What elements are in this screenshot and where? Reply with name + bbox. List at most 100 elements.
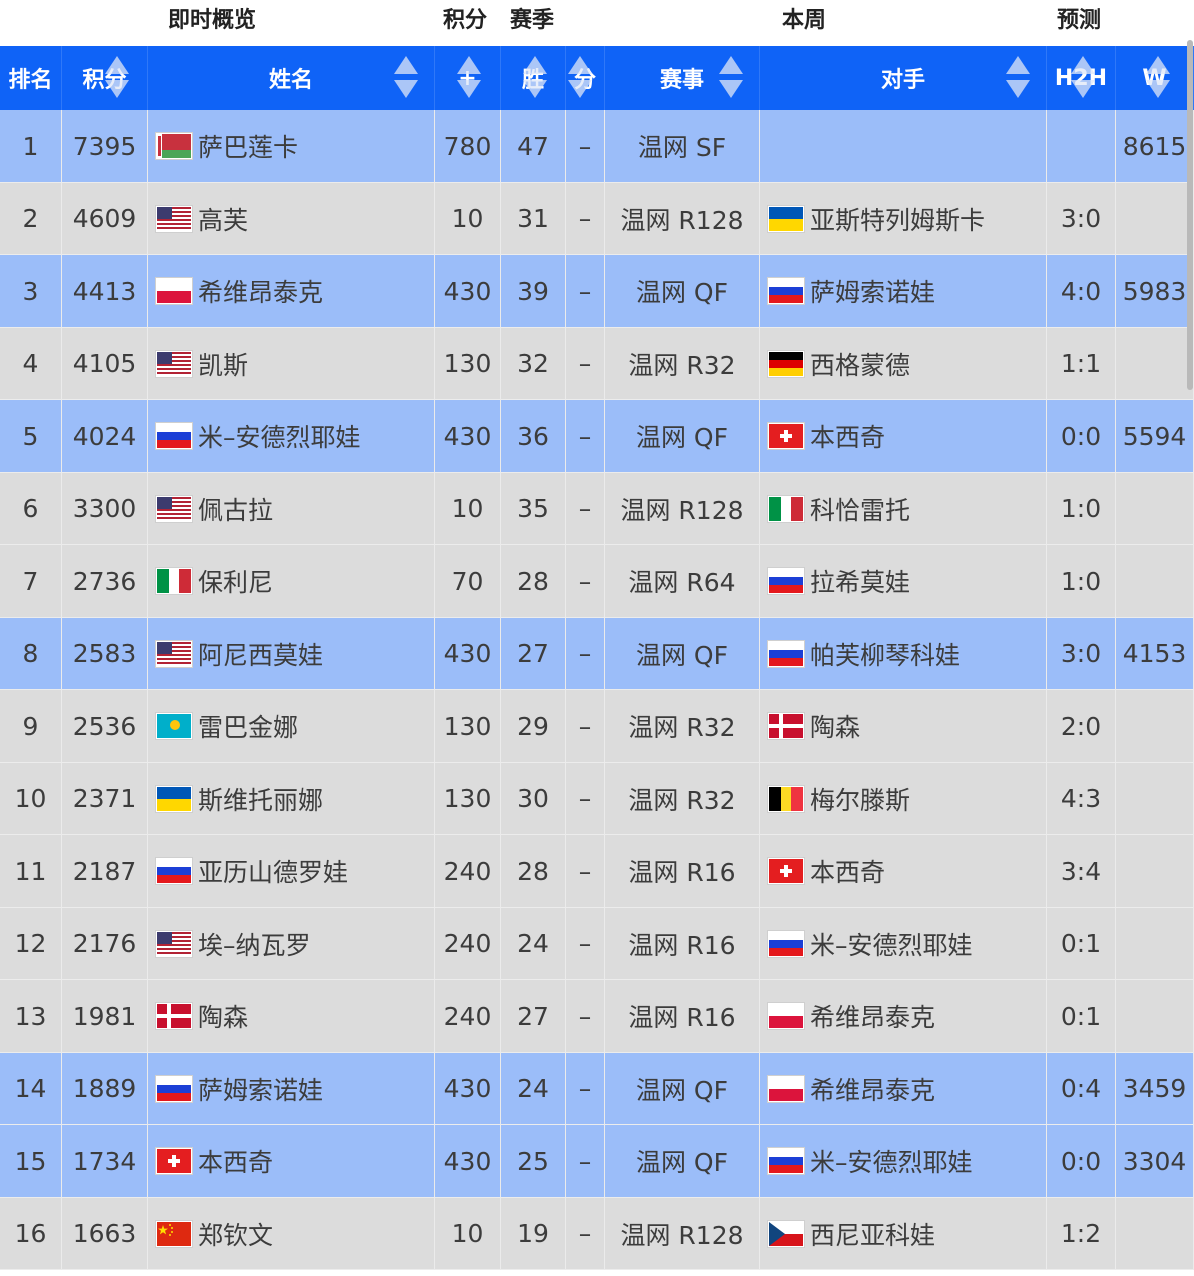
- table-row[interactable]: 13 1981 陶森 240 27– 温网 R16 希维昂泰克 0:1: [0, 980, 1194, 1053]
- opponent-cell: 米–安德烈耶娃: [760, 907, 1047, 980]
- points-cell: 7395: [62, 110, 148, 182]
- event-cell: 温网 R128: [605, 1197, 760, 1270]
- column-header-points[interactable]: 积分: [62, 46, 148, 110]
- column-header-name-label: 姓名: [268, 68, 313, 93]
- column-header-event[interactable]: 赛事: [605, 46, 760, 110]
- w-cell: [1116, 690, 1194, 762]
- table-row[interactable]: 11 2187 亚历山德罗娃 240 28– 温网 R16 本西奇 3:4: [0, 835, 1194, 908]
- table-row[interactable]: 8 2583 阿尼西莫娃 430 27– 温网 QF 帕芙柳琴科娃 3:0 4153: [0, 617, 1194, 690]
- h2h-cell: 3:4: [1047, 835, 1116, 907]
- points-cell-text: 4024: [72, 421, 137, 451]
- h2h-cell-text: 3:4: [1060, 856, 1102, 886]
- china-flag-icon: [156, 1220, 192, 1247]
- russia-flag-icon: [768, 1148, 804, 1174]
- plus-points-cell-text: 430: [443, 421, 492, 451]
- h2h-cell: 1:0: [1047, 472, 1116, 545]
- score-cell: –: [566, 1052, 605, 1125]
- plus-points-cell: 430: [435, 1125, 501, 1197]
- rank-cell: 7: [0, 545, 62, 617]
- event-cell-text: 温网 QF: [635, 1075, 728, 1105]
- player-name-cell: 本西奇: [148, 1125, 435, 1197]
- table-row[interactable]: 6 3300 佩古拉 10 35– 温网 R128 科恰雷托 1:0: [0, 472, 1194, 545]
- table-row[interactable]: 2 4609 高芙 10 31– 温网 R128 亚斯特列姆斯卡 3:0: [0, 182, 1194, 255]
- vertical-scrollbar[interactable]: [1187, 40, 1193, 390]
- points-cell-text: 3300: [72, 494, 137, 523]
- player-name-cell: 亚历山德罗娃: [148, 835, 435, 907]
- table-row[interactable]: 15 1734 本西奇 430 25– 温网 QF 米–安德烈耶娃 0:0 3304: [0, 1125, 1194, 1198]
- event-cell: 温网 SF: [605, 110, 760, 182]
- plus-points-cell-text: 430: [443, 1074, 492, 1103]
- opponent-cell-text: 希维昂泰克: [810, 1075, 936, 1105]
- rank-cell-text: 14: [14, 1074, 47, 1103]
- event-cell-text: 温网 QF: [635, 423, 728, 452]
- table-row[interactable]: 3 4413 希维昂泰克 430 39– 温网 QF 萨姆索诺娃 4:0 5983: [0, 255, 1194, 328]
- plus-points-cell: 240: [435, 835, 501, 907]
- switzerland-flag-icon: [768, 858, 804, 884]
- russia-flag-icon: [768, 278, 804, 304]
- points-cell-text: 4413: [72, 276, 137, 306]
- h2h-cell-text: 1:0: [1060, 494, 1102, 523]
- h2h-cell: 1:2: [1047, 1197, 1116, 1270]
- column-header-w[interactable]: W: [1116, 46, 1194, 110]
- h2h-cell: 2:0: [1047, 690, 1116, 762]
- opponent-cell: 米–安德烈耶娃: [760, 1125, 1047, 1197]
- score-cell-text: –: [578, 349, 592, 378]
- event-cell-text: 温网 R32: [628, 350, 736, 380]
- column-header-h2h[interactable]: H2H: [1047, 46, 1116, 110]
- score-cell-text: –: [578, 131, 592, 161]
- column-header-opponent[interactable]: 对手: [760, 46, 1047, 110]
- russia-flag-icon: [156, 1075, 192, 1102]
- event-cell-text: 温网 R128: [620, 1220, 744, 1250]
- plus-points-cell-text: 430: [443, 639, 492, 668]
- event-cell: 温网 QF: [605, 1052, 760, 1125]
- event-cell-text: 温网 R128: [620, 495, 744, 525]
- event-cell: 温网 R64: [605, 545, 760, 617]
- season-wins-cell: 27: [501, 617, 566, 690]
- column-header-rank[interactable]: 排名: [0, 46, 62, 110]
- opponent-cell-text: 科恰雷托: [810, 495, 911, 525]
- table-row[interactable]: 4 4105 凯斯 130 32– 温网 R32 西格蒙德 1:1: [0, 327, 1194, 400]
- season-wins-cell-text: 47: [517, 131, 549, 161]
- column-header-name[interactable]: 姓名: [148, 46, 435, 110]
- column-header-rank-label: 排名: [8, 68, 53, 93]
- table-row[interactable]: 5 4024 米–安德烈耶娃 430 36– 温网 QF 本西奇 0:0 5594: [0, 400, 1194, 473]
- score-cell: –: [566, 690, 605, 762]
- player-name-cell-text: 萨巴莲卡: [198, 133, 299, 162]
- opponent-cell: 萨姆索诺娃: [760, 255, 1047, 327]
- table-row[interactable]: 16 1663 郑钦文 10 19– 温网 R128 西尼亚科娃 1:2: [0, 1197, 1194, 1270]
- table-row[interactable]: 7 2736 保利尼 70 28– 温网 R64 拉希莫娃 1:0: [0, 545, 1194, 618]
- column-header-plus[interactable]: +: [435, 46, 501, 110]
- table-row[interactable]: 1 7395 萨巴莲卡 780 47– 温网 SF 8615: [0, 110, 1194, 183]
- points-cell-text: 2536: [72, 711, 137, 741]
- table-row[interactable]: 9 2536 雷巴金娜 130 29– 温网 R32 陶森 2:0: [0, 690, 1194, 763]
- points-cell: 2536: [62, 690, 148, 762]
- sort-icon: [568, 56, 592, 100]
- player-name-cell-text: 凯斯: [198, 350, 249, 380]
- event-cell: 温网 R32: [605, 327, 760, 400]
- player-name-cell-text: 雷巴金娜: [198, 713, 299, 742]
- plus-points-cell-text: 10: [451, 1219, 484, 1248]
- column-header-score[interactable]: 分: [566, 46, 605, 110]
- sort-icon: [457, 56, 481, 100]
- rank-cell-text: 3: [22, 276, 39, 306]
- rank-cell-text: 12: [14, 929, 47, 958]
- column-header-wins[interactable]: 胜: [501, 46, 566, 110]
- season-wins-cell-text: 24: [517, 1074, 549, 1103]
- points-cell-text: 1889: [72, 1074, 137, 1103]
- plus-points-cell: 10: [435, 472, 501, 545]
- rank-cell-text: 9: [22, 711, 39, 741]
- table-header: 排名 积分 姓名 + 胜 分 赛事 对手 H2H W: [0, 46, 1194, 110]
- player-name-cell-text: 郑钦文: [198, 1220, 274, 1250]
- points-cell: 1663: [62, 1197, 148, 1270]
- w-cell: [1116, 327, 1194, 400]
- table-row[interactable]: 14 1889 萨姆索诺娃 430 24– 温网 QF 希维昂泰克 0:4 3459: [0, 1052, 1194, 1125]
- plus-points-cell-text: 10: [451, 204, 484, 233]
- usa-flag-icon: [156, 930, 192, 957]
- table-row[interactable]: 10 2371 斯维托丽娜 130 30– 温网 R32 梅尔滕斯 4:3: [0, 762, 1194, 835]
- points-cell: 1889: [62, 1052, 148, 1125]
- score-cell-text: –: [578, 276, 592, 306]
- table-row[interactable]: 12 2176 埃–纳瓦罗 240 24– 温网 R16 米–安德烈耶娃 0:1: [0, 907, 1194, 980]
- usa-flag-icon: [156, 205, 192, 232]
- score-cell-text: –: [578, 856, 592, 886]
- score-cell-text: –: [578, 1074, 592, 1103]
